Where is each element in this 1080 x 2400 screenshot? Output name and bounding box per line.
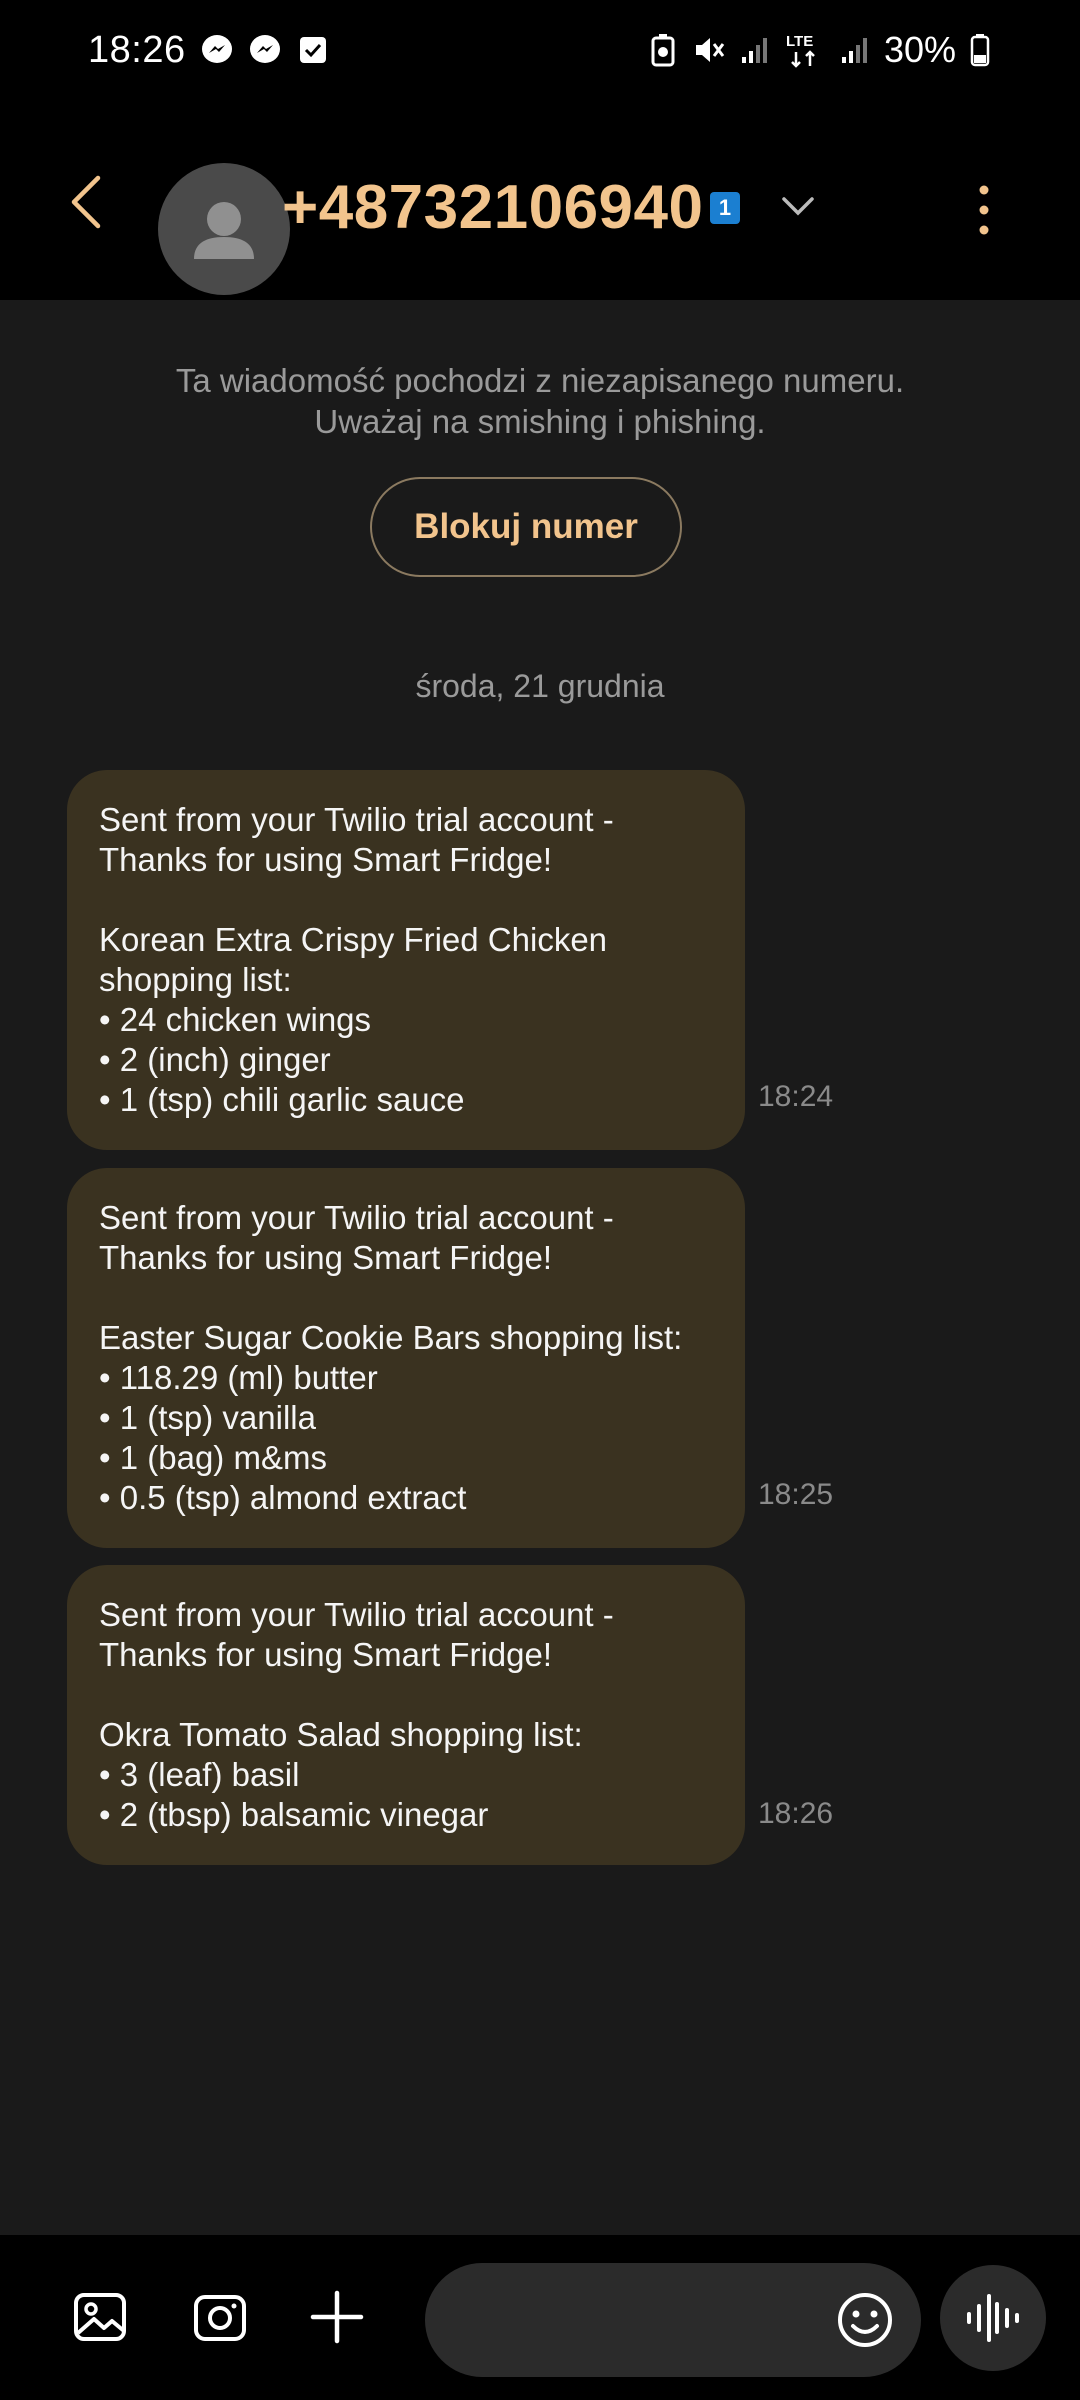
message-line: • 118.29 (ml) butter — [99, 1359, 378, 1396]
voice-icon — [967, 2294, 1019, 2342]
warning-line-1: Ta wiadomość pochodzi z niezapisanego nu… — [175, 362, 905, 399]
back-button[interactable] — [60, 174, 116, 230]
signal-icon — [838, 33, 872, 67]
battery-saver-icon — [646, 33, 680, 67]
back-arrow-icon — [71, 175, 101, 229]
battery-percent: 30% — [883, 29, 956, 70]
messages-screen: 18:26 LTE 30% +48732106940 1 Ta wiadomoś… — [0, 0, 1080, 2400]
message-line: Thanks for using Smart Fridge! — [99, 1636, 553, 1673]
gallery-icon — [74, 2293, 126, 2341]
status-left: 18:26 — [88, 29, 330, 72]
message-line: • 2 (inch) ginger — [99, 1041, 331, 1078]
camera-button[interactable] — [188, 2285, 252, 2349]
message-line: • 24 chicken wings — [99, 1001, 372, 1038]
person-icon — [194, 202, 254, 259]
messenger-icon — [248, 33, 282, 67]
emoji-button[interactable] — [833, 2288, 897, 2352]
message-line: • 3 (leaf) basil — [99, 1756, 300, 1793]
emoji-icon — [838, 2293, 892, 2347]
add-attachment-button[interactable] — [305, 2285, 369, 2349]
gallery-button[interactable] — [68, 2285, 132, 2349]
status-time: 18:26 — [88, 28, 186, 71]
message-line: Thanks for using Smart Fridge! — [99, 841, 553, 878]
sim-badge: 1 — [710, 192, 740, 224]
battery-icon — [968, 33, 992, 67]
lte-icon: LTE — [784, 33, 826, 68]
svg-text:LTE: LTE — [786, 33, 813, 50]
date-separator: środa, 21 grudnia — [415, 668, 665, 704]
unknown-number-warning: Ta wiadomość pochodzi z niezapisanego nu… — [0, 360, 1080, 442]
mute-icon — [692, 33, 726, 67]
message-line: • 0.5 (tsp) almond extract — [99, 1479, 467, 1516]
message-line: • 2 (tbsp) balsamic vinegar — [99, 1796, 489, 1833]
message-line: • 1 (tsp) vanilla — [99, 1399, 316, 1436]
voice-record-button[interactable] — [940, 2265, 1046, 2371]
message-time: 18:26 — [758, 1797, 834, 1830]
messenger-icon — [200, 33, 234, 67]
message-line: Sent from your Twilio trial account - — [99, 1199, 614, 1236]
message-time: 18:24 — [758, 1080, 834, 1113]
message-bubble[interactable]: Sent from your Twilio trial account - Th… — [67, 1168, 745, 1548]
message-line — [99, 1675, 713, 1715]
conversation-header: +48732106940 1 — [0, 100, 1080, 300]
camera-icon — [194, 2295, 246, 2341]
message-line: Sent from your Twilio trial account - — [99, 1596, 614, 1633]
message-line: Okra Tomato Salad shopping list: — [99, 1716, 583, 1753]
message-line: • 1 (bag) m&ms — [99, 1439, 327, 1476]
more-options-button[interactable] — [964, 180, 1004, 240]
message-line: Sent from your Twilio trial account - — [99, 801, 614, 838]
status-bar: 18:26 LTE 30% — [0, 0, 1080, 100]
message-bubble[interactable]: Sent from your Twilio trial account - Th… — [67, 770, 745, 1150]
message-line: shopping list: — [99, 961, 292, 998]
message-bubble[interactable]: Sent from your Twilio trial account - Th… — [67, 1565, 745, 1865]
chevron-down-button[interactable] — [776, 184, 820, 228]
message-line — [99, 1278, 713, 1318]
more-vertical-icon — [979, 185, 989, 235]
message-line — [99, 880, 713, 920]
message-line: Easter Sugar Cookie Bars shopping list: — [99, 1319, 683, 1356]
plus-icon — [310, 2290, 364, 2344]
message-line: Thanks for using Smart Fridge! — [99, 1239, 553, 1276]
message-time: 18:25 — [758, 1478, 834, 1511]
contact-number[interactable]: +48732106940 — [282, 172, 704, 243]
signal-icon — [738, 33, 772, 67]
message-line: • 1 (tsp) chili garlic sauce — [99, 1081, 465, 1118]
block-number-button[interactable]: Blokuj numer — [370, 477, 682, 577]
chevron-down-icon — [782, 197, 814, 216]
message-input[interactable] — [425, 2263, 921, 2377]
status-right: LTE 30% — [646, 29, 992, 71]
message-line: Korean Extra Crispy Fried Chicken — [99, 921, 608, 958]
warning-line-2: Uważaj na smishing i phishing. — [314, 403, 766, 440]
check-box-icon — [296, 33, 330, 67]
avatar[interactable] — [158, 163, 290, 295]
compose-bar — [0, 2235, 1080, 2400]
